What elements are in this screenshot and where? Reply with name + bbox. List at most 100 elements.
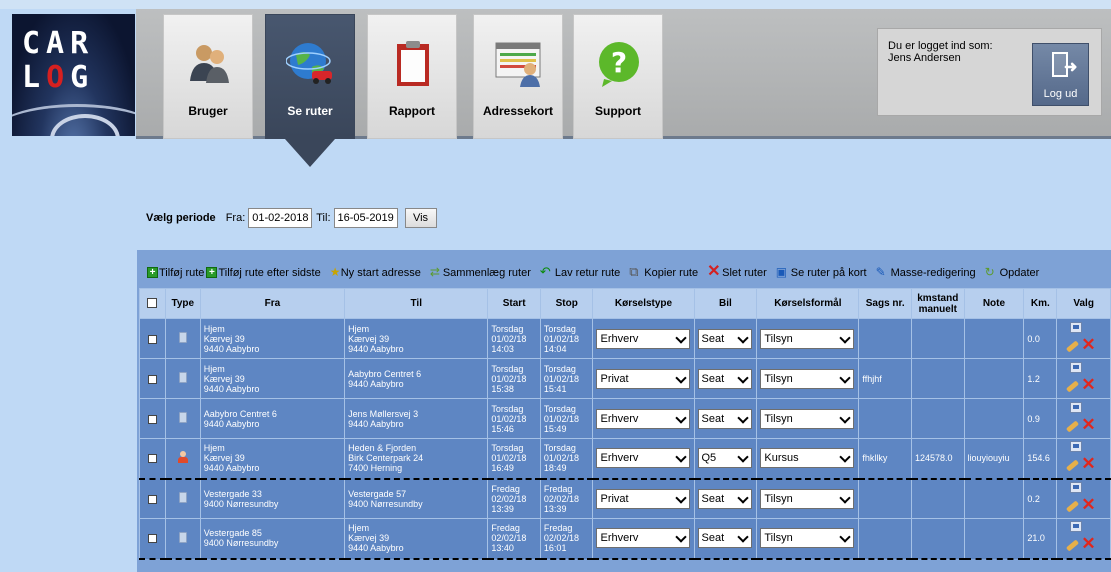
show-button[interactable]: Vis (404, 208, 437, 228)
delete-x-icon[interactable]: ✕ (1081, 376, 1095, 393)
row-checkbox[interactable] (147, 374, 157, 384)
edit-pencil-icon[interactable] (1066, 419, 1080, 433)
row-checkbox[interactable] (147, 534, 157, 544)
korselstype-select[interactable]: Erhverv (596, 448, 690, 469)
km-cell: 154.6 (1023, 438, 1058, 479)
return-route-button[interactable]: ↶ Lav retur rute (540, 265, 620, 279)
select-all-checkbox[interactable] (147, 298, 158, 309)
col-km-manuelt[interactable]: kmstand manuelt (910, 288, 965, 319)
til-line: 9440 Aabybro (348, 418, 404, 429)
select-value: Erhverv (600, 452, 639, 465)
edit-pencil-icon[interactable] (1066, 539, 1080, 552)
col-stop[interactable]: Stop (539, 288, 594, 319)
delete-x-icon[interactable]: ✕ (1081, 535, 1095, 552)
korselstype-select[interactable]: Privat (596, 368, 690, 389)
to-date-input[interactable] (333, 208, 398, 228)
col-sags[interactable]: Sags nr. (858, 288, 912, 319)
add-route-button[interactable]: + Tilføj rute (147, 267, 204, 279)
bil-select[interactable]: Seat (697, 528, 753, 549)
logo-text-line1: CAR (22, 26, 95, 61)
row-checkbox[interactable] (147, 414, 157, 424)
show-on-map-icon[interactable] (1070, 521, 1083, 533)
bil-select[interactable]: Seat (697, 328, 753, 349)
show-on-map-icon[interactable] (1070, 361, 1083, 373)
tab-rapport[interactable]: Rapport (367, 14, 457, 139)
col-korselstype[interactable]: Kørselstype (592, 288, 695, 319)
refresh-button[interactable]: ↻ Opdater (985, 266, 1040, 279)
bil-select[interactable]: Seat (697, 488, 753, 509)
korselstype-select[interactable]: Privat (596, 488, 690, 509)
col-bil[interactable]: Bil (693, 288, 758, 319)
table-row[interactable]: Hjem Kærvej 39 9440 Aabybro Aabybro Centre… (139, 358, 1111, 399)
app-header: CAR LOG Bruger Se ruter Rapport Adressek… (0, 0, 1111, 167)
bil-select[interactable]: Q5 (697, 448, 753, 469)
korselstype-select[interactable]: Erhverv (596, 408, 690, 429)
til-line: Jens Møllersvej 3 (348, 408, 419, 419)
start-date: 01/02/18 (491, 413, 527, 424)
bil-select[interactable]: Seat (697, 408, 753, 429)
table-row[interactable]: Vestergade 85 9400 Nørresundby Hjem Kærvej… (139, 518, 1111, 560)
korselstype-select[interactable]: Erhverv (596, 328, 690, 349)
table-row[interactable]: Vestergade 33 9400 Nørresundby Vestergade… (139, 477, 1111, 519)
row-checkbox[interactable] (147, 334, 157, 344)
add-route-after-last-button[interactable]: + Tilføj rute efter sidste (206, 267, 321, 279)
formaal-select[interactable]: Tilsyn (760, 408, 855, 429)
toolbar-label: Slet ruter (722, 266, 767, 279)
formaal-select[interactable]: Tilsyn (760, 528, 855, 549)
tab-se-ruter[interactable]: Se ruter (265, 14, 355, 139)
select-value: Tilsyn (764, 332, 793, 345)
select-value: Seat (701, 412, 725, 425)
col-km[interactable]: Km. (1023, 288, 1058, 319)
edit-pencil-icon[interactable] (1066, 379, 1080, 393)
col-start[interactable]: Start (487, 288, 541, 319)
table-row[interactable]: Hjem Kærvej 39 9440 Aabybro Heden & Fjorde… (139, 438, 1111, 479)
korselstype-select[interactable]: Erhverv (596, 528, 690, 549)
col-note[interactable]: Note (963, 288, 1025, 319)
formaal-select[interactable]: Tilsyn (760, 488, 855, 509)
formaal-select[interactable]: Tilsyn (760, 328, 855, 349)
row-checkbox[interactable] (147, 494, 157, 504)
tab-adressekort[interactable]: Adressekort (473, 14, 563, 139)
document-type-icon (178, 412, 187, 423)
edit-pencil-icon[interactable] (1066, 339, 1080, 353)
delete-x-icon[interactable]: ✕ (1081, 416, 1095, 433)
tab-bruger[interactable]: Bruger (163, 14, 253, 139)
col-til[interactable]: Til (344, 288, 489, 319)
tab-support[interactable]: ? Support (573, 14, 663, 139)
new-start-address-button[interactable]: ★ Ny start adresse (330, 266, 421, 279)
stop-cell: Torsdag 01/02/18 15:49 (539, 398, 594, 439)
show-routes-on-map-button[interactable]: ▣ Se ruter på kort (776, 266, 867, 279)
row-checkbox[interactable] (147, 454, 157, 464)
delete-x-icon[interactable]: ✕ (1081, 496, 1095, 513)
row-select-cell (139, 398, 166, 439)
merge-routes-button[interactable]: ⇄ Sammenlæg ruter (430, 266, 531, 279)
formaal-select[interactable]: Tilsyn (760, 368, 855, 389)
copy-route-button[interactable]: ⧉ Kopier rute (629, 264, 698, 279)
col-type[interactable]: Type (164, 288, 201, 319)
show-on-map-icon[interactable] (1070, 481, 1083, 493)
delete-routes-button[interactable]: ✕ Slet ruter (707, 264, 767, 280)
logout-button[interactable]: ➜ Log ud (1032, 43, 1089, 106)
copy-icon: ⧉ (629, 264, 639, 279)
show-on-map-icon[interactable] (1070, 401, 1083, 413)
delete-x-icon[interactable]: ✕ (1081, 455, 1095, 472)
delete-x-icon[interactable]: ✕ (1081, 336, 1095, 353)
edit-pencil-icon[interactable] (1066, 500, 1080, 513)
show-on-map-icon[interactable] (1070, 441, 1083, 453)
table-row[interactable]: Hjem Kærvej 39 9440 Aabybro Hjem Kærvej 39 9… (139, 318, 1111, 359)
formaal-select[interactable]: Kursus (760, 448, 855, 469)
til-line: 9440 Aabybro (348, 378, 404, 389)
edit-pencil-icon[interactable] (1066, 459, 1080, 472)
select-value: Seat (701, 332, 725, 345)
from-date-input[interactable] (248, 208, 313, 228)
col-formaal[interactable]: Kørselsformål (756, 288, 860, 319)
mass-edit-button[interactable]: ✎ Masse-redigering (876, 266, 976, 279)
col-fra[interactable]: Fra (199, 288, 346, 319)
formaal-cell: Tilsyn (756, 477, 860, 519)
valg-cell: ✕ (1056, 318, 1111, 359)
table-row[interactable]: Aabybro Centret 6 9440 Aabybro Jens Mølle… (139, 398, 1111, 439)
bil-select[interactable]: Seat (697, 368, 753, 389)
col-valg[interactable]: Valg (1056, 288, 1111, 319)
show-on-map-icon[interactable] (1070, 321, 1083, 333)
stop-day: Torsdag (543, 323, 576, 334)
